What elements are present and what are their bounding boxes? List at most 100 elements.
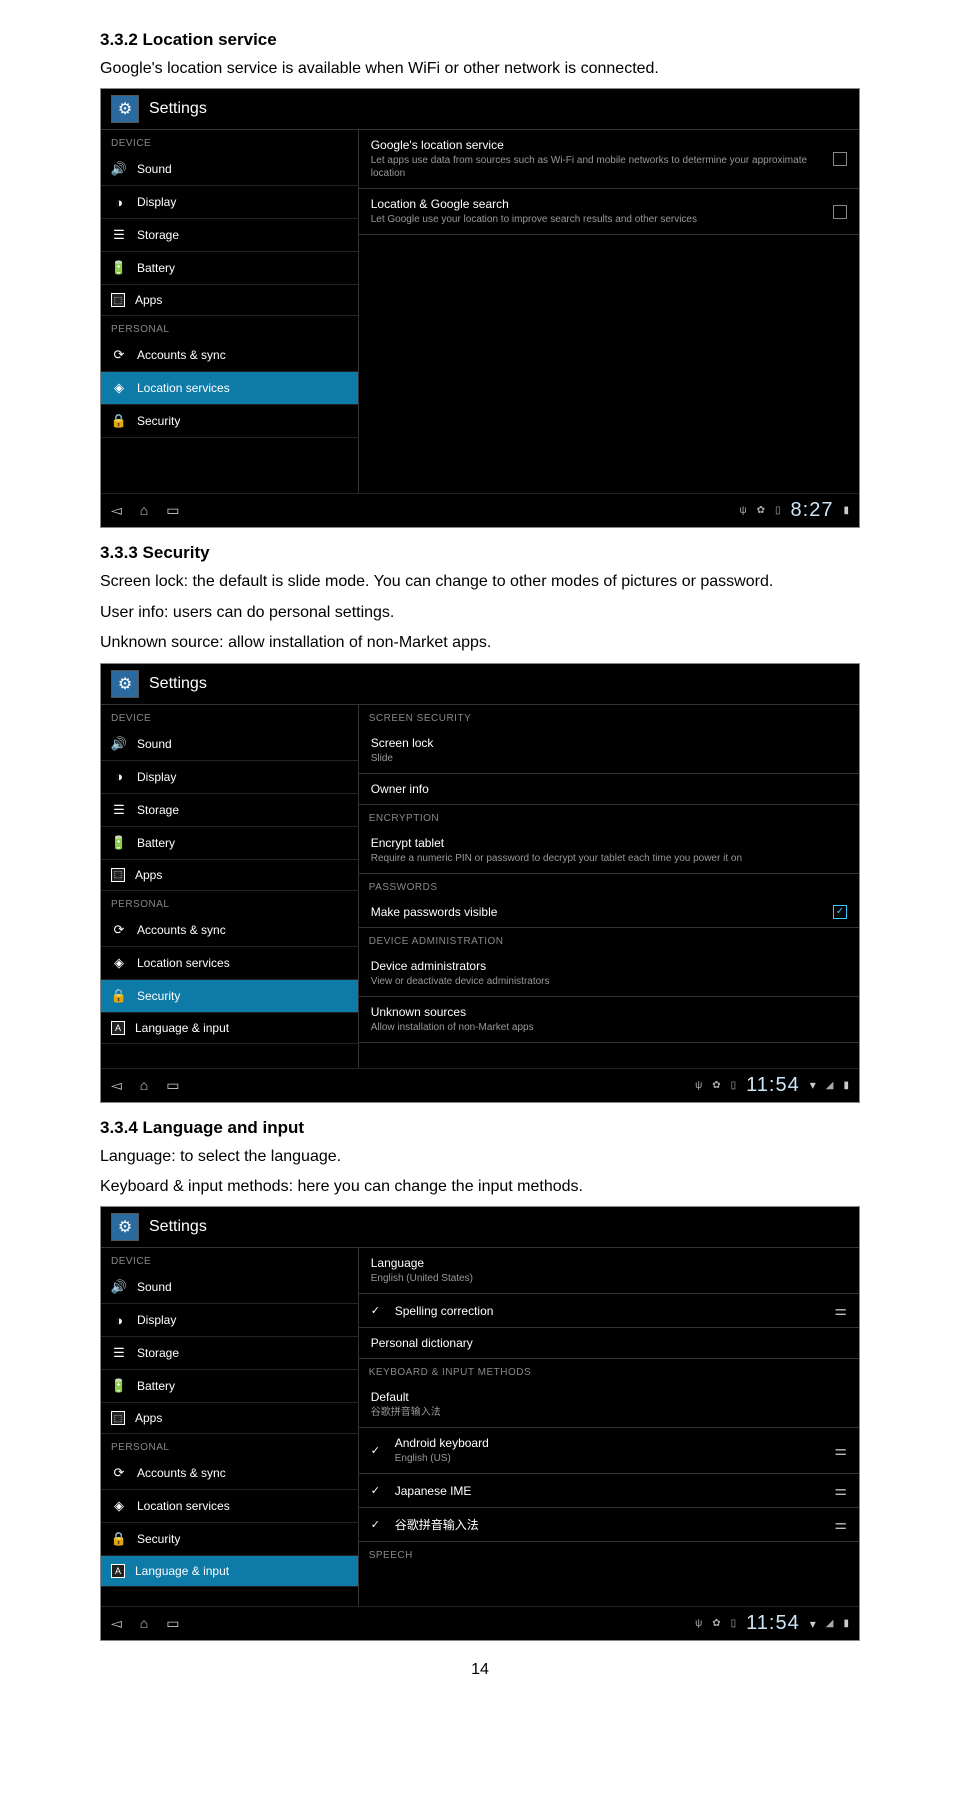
sidebar-item-sound[interactable]: 🔊Sound: [101, 1271, 358, 1304]
settings-sidebar: DEVICE 🔊Sound ◑Display ☰Storage 🔋Battery…: [101, 1248, 359, 1611]
setting-google-pinyin[interactable]: ✓ 谷歌拼音输入法 ⚌: [359, 1508, 859, 1542]
sidebar-item-language[interactable]: ALanguage & input: [101, 1013, 358, 1044]
recents-icon[interactable]: ▭: [166, 1615, 179, 1632]
setting-screen-lock[interactable]: Screen lockSlide: [359, 728, 859, 774]
section-heading: 3.3.3 Security: [100, 543, 860, 563]
screenshot-security: ⚙ Settings DEVICE 🔊Sound ◑Display ☰Stora…: [100, 663, 860, 1103]
action-bar-title: Settings: [149, 100, 207, 118]
sidebar-item-apps[interactable]: ⬚Apps: [101, 860, 358, 891]
setting-encrypt-tablet[interactable]: Encrypt tabletRequire a numeric PIN or p…: [359, 828, 859, 874]
sliders-icon[interactable]: ⚌: [834, 1482, 847, 1499]
recents-icon[interactable]: ▭: [166, 1077, 179, 1094]
settings-content: Google's location service Let apps use d…: [359, 130, 859, 498]
clock: 11:54: [746, 1612, 800, 1635]
sidebar-item-battery[interactable]: 🔋Battery: [101, 252, 358, 285]
setting-japanese-ime[interactable]: ✓ Japanese IME ⚌: [359, 1474, 859, 1508]
sidebar-item-apps[interactable]: ⬚Apps: [101, 285, 358, 316]
recents-icon[interactable]: ▭: [166, 502, 179, 519]
sidebar-item-language[interactable]: ALanguage & input: [101, 1556, 358, 1587]
usb-icon: ψ: [695, 1080, 702, 1091]
sidebar-item-security[interactable]: 🔒Security: [101, 405, 358, 438]
sidebar-item-sound[interactable]: 🔊 Sound: [101, 153, 358, 186]
content-category: SCREEN SECURITY: [359, 705, 859, 728]
sidebar-item-battery[interactable]: 🔋Battery: [101, 1370, 358, 1403]
home-icon[interactable]: ⌂: [140, 1615, 148, 1632]
sidebar-item-sound[interactable]: 🔊Sound: [101, 728, 358, 761]
checkbox[interactable]: [833, 205, 847, 219]
checkbox[interactable]: [833, 152, 847, 166]
page-number: 14: [100, 1661, 860, 1679]
back-icon[interactable]: ◅: [111, 1615, 122, 1632]
sidebar-item-accounts[interactable]: ⟳Accounts & sync: [101, 339, 358, 372]
sidebar-item-location[interactable]: ◈Location services: [101, 1490, 358, 1523]
sidebar-item-accounts[interactable]: ⟳Accounts & sync: [101, 1457, 358, 1490]
signal-icon: ◢: [826, 1080, 834, 1091]
sidebar-item-location[interactable]: ◈Location services: [101, 947, 358, 980]
sidebar-item-apps[interactable]: ⬚Apps: [101, 1403, 358, 1434]
settings-app-icon[interactable]: ⚙: [111, 1213, 139, 1241]
content-category: DEVICE ADMINISTRATION: [359, 928, 859, 951]
sidebar-item-security[interactable]: 🔒Security: [101, 1523, 358, 1556]
setting-title: Screen lock: [371, 736, 847, 750]
settings-content: SCREEN SECURITY Screen lockSlide Owner i…: [359, 705, 859, 1073]
navigation-bar: ◅ ⌂ ▭ ψ ✿ ▯ 11:54 ▾ ◢ ▮: [101, 1606, 859, 1640]
back-icon[interactable]: ◅: [111, 502, 122, 519]
setting-location-search[interactable]: Location & Google search Let Google use …: [359, 189, 859, 235]
sidebar-item-battery[interactable]: 🔋Battery: [101, 827, 358, 860]
setting-android-keyboard[interactable]: ✓ Android keyboardEnglish (US) ⚌: [359, 1428, 859, 1474]
sidebar-item-storage[interactable]: ☰Storage: [101, 219, 358, 252]
home-icon[interactable]: ⌂: [140, 502, 148, 519]
display-icon: ◑: [111, 194, 127, 210]
navigation-bar: ◅ ⌂ ▭ ψ ✿ ▯ 11:54 ▾ ◢ ▮: [101, 1068, 859, 1102]
setting-passwords-visible[interactable]: Make passwords visible ✓: [359, 897, 859, 928]
setting-unknown-sources[interactable]: Unknown sourcesAllow installation of non…: [359, 997, 859, 1043]
sidebar-item-label: Display: [137, 770, 176, 784]
sidebar-item-label: Sound: [137, 162, 172, 176]
setting-personal-dictionary[interactable]: Personal dictionary: [359, 1328, 859, 1359]
setting-title: 谷歌拼音输入法: [395, 1516, 823, 1533]
section-text: Unknown source: allow installation of no…: [100, 632, 860, 654]
action-bar-title: Settings: [149, 675, 207, 693]
setting-device-admins[interactable]: Device administratorsView or deactivate …: [359, 951, 859, 997]
setting-owner-info[interactable]: Owner info: [359, 774, 859, 805]
sidebar-category: PERSONAL: [101, 316, 358, 339]
checkbox-checked[interactable]: ✓: [833, 905, 847, 919]
sidebar-item-label: Battery: [137, 261, 175, 275]
lock-icon: 🔒: [111, 1531, 127, 1547]
sidebar-item-storage[interactable]: ☰Storage: [101, 1337, 358, 1370]
storage-icon: ☰: [111, 1345, 127, 1361]
sidebar-item-storage[interactable]: ☰Storage: [101, 794, 358, 827]
wifi-icon: ▾: [810, 1078, 816, 1092]
sound-icon: 🔊: [111, 161, 127, 177]
display-icon: ◑: [111, 1312, 127, 1328]
sidebar-category: DEVICE: [101, 705, 358, 728]
setting-subtitle: Allow installation of non-Market apps: [371, 1021, 847, 1034]
screenshot-language-input: ⚙ Settings DEVICE 🔊Sound ◑Display ☰Stora…: [100, 1206, 860, 1641]
battery-status-icon: ▮: [843, 1618, 849, 1629]
sidebar-item-label: Security: [137, 414, 180, 428]
sliders-icon[interactable]: ⚌: [834, 1516, 847, 1533]
sidebar-item-display[interactable]: ◑Display: [101, 186, 358, 219]
sidebar-item-location[interactable]: ◈Location services: [101, 372, 358, 405]
setting-google-location[interactable]: Google's location service Let apps use d…: [359, 130, 859, 189]
sidebar-item-display[interactable]: ◑Display: [101, 761, 358, 794]
sidebar-item-accounts[interactable]: ⟳Accounts & sync: [101, 914, 358, 947]
nav-left: ◅ ⌂ ▭: [111, 1077, 179, 1094]
content-category: PASSWORDS: [359, 874, 859, 897]
setting-default-keyboard[interactable]: Default谷歌拼音输入法: [359, 1382, 859, 1428]
settings-app-icon[interactable]: ⚙: [111, 95, 139, 123]
sliders-icon[interactable]: ⚌: [834, 1442, 847, 1459]
sliders-icon[interactable]: ⚌: [834, 1302, 847, 1319]
setting-subtitle: Require a numeric PIN or password to dec…: [371, 852, 847, 865]
apps-icon: ⬚: [111, 293, 125, 307]
home-icon[interactable]: ⌂: [140, 1077, 148, 1094]
setting-spelling-correction[interactable]: ✓ Spelling correction ⚌: [359, 1294, 859, 1328]
content-category: ENCRYPTION: [359, 805, 859, 828]
sidebar-item-display[interactable]: ◑Display: [101, 1304, 358, 1337]
settings-app-icon[interactable]: ⚙: [111, 670, 139, 698]
debug-icon: ✿: [712, 1618, 720, 1629]
setting-title: Android keyboard: [395, 1436, 823, 1450]
sidebar-item-security[interactable]: 🔒Security: [101, 980, 358, 1013]
setting-language[interactable]: LanguageEnglish (United States): [359, 1248, 859, 1294]
back-icon[interactable]: ◅: [111, 1077, 122, 1094]
